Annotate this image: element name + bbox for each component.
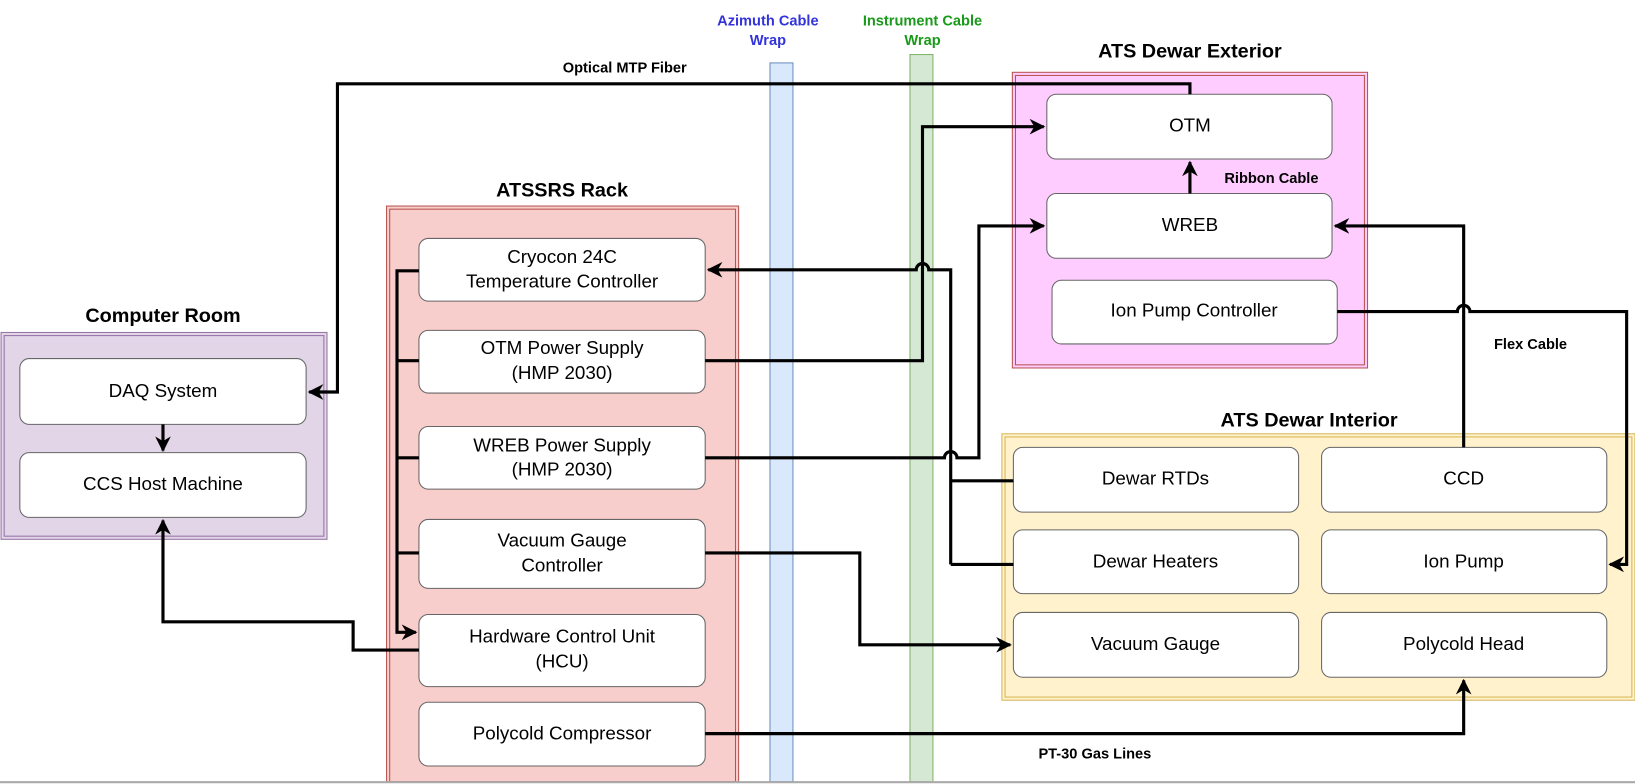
wire-hcu-ccs bbox=[155, 518, 419, 652]
heaters-label: Dewar Heaters bbox=[1093, 550, 1218, 571]
dewar-interior-title: ATS Dewar Interior bbox=[1221, 409, 1398, 431]
ribbon-label: Ribbon Cable bbox=[1224, 171, 1318, 187]
gas-lines-label: PT-30 Gas Lines bbox=[1038, 747, 1151, 763]
vac-ctrl-label-2: Controller bbox=[521, 554, 602, 575]
node-dewar-heaters[interactable]: Dewar Heaters bbox=[1012, 529, 1300, 595]
azimuth-label-2: Wrap bbox=[750, 33, 786, 49]
node-vacuum-gauge-controller[interactable]: Vacuum Gauge Controller bbox=[418, 518, 706, 589]
node-wreb-power-supply[interactable]: WREB Power Supply (HMP 2030) bbox=[418, 425, 706, 490]
vac-gauge-label: Vacuum Gauge bbox=[1091, 633, 1220, 654]
rtds-label: Dewar RTDs bbox=[1102, 468, 1209, 489]
node-dewar-rtds[interactable]: Dewar RTDs bbox=[1012, 446, 1300, 513]
wreb-ps-label-1: WREB Power Supply bbox=[473, 434, 651, 455]
node-ccd[interactable]: CCD bbox=[1321, 446, 1608, 513]
wire-otm-power bbox=[705, 118, 1046, 363]
computer-room-group: Computer Room DAQ System CCS Host Machin… bbox=[0, 305, 328, 540]
node-otm[interactable]: OTM bbox=[1046, 93, 1333, 160]
cryocon-label-1: Cryocon 24C bbox=[507, 246, 617, 267]
otm-label: OTM bbox=[1169, 115, 1211, 136]
node-cryocon[interactable]: Cryocon 24C Temperature Controller bbox=[418, 237, 706, 302]
ccs-label: CCS Host Machine bbox=[83, 473, 243, 494]
hcu-label-2: (HCU) bbox=[535, 651, 588, 672]
rack-title: ATSSRS Rack bbox=[496, 180, 629, 202]
dewar-exterior-title: ATS Dewar Exterior bbox=[1098, 41, 1282, 63]
node-otm-power-supply[interactable]: OTM Power Supply (HMP 2030) bbox=[418, 329, 706, 394]
node-ion-pump-controller[interactable]: Ion Pump Controller bbox=[1051, 279, 1338, 345]
node-polycold-compressor[interactable]: Polycold Compressor bbox=[418, 701, 706, 767]
wire-vacuum-gauge bbox=[705, 551, 1012, 653]
atssrs-rack-group: ATSSRS Rack Cryocon 24C Temperature Contr… bbox=[386, 180, 740, 783]
otm-ps-label-2: (HMP 2030) bbox=[512, 362, 613, 383]
dewar-interior-group: ATS Dewar Interior Dewar RTDs CCD Dewar … bbox=[1001, 409, 1635, 701]
node-hcu[interactable]: Hardware Control Unit (HCU) bbox=[418, 614, 706, 688]
azimuth-label-1: Azimuth Cable bbox=[717, 13, 818, 29]
wreb-label: WREB bbox=[1162, 214, 1218, 235]
hcu-label-1: Hardware Control Unit bbox=[469, 625, 656, 646]
ion-ctrl-label: Ion Pump Controller bbox=[1111, 300, 1278, 321]
instrument-label-2: Wrap bbox=[904, 33, 940, 49]
system-diagram: Computer Room DAQ System CCS Host Machin… bbox=[0, 13, 1635, 784]
node-polycold-head[interactable]: Polycold Head bbox=[1321, 611, 1608, 678]
node-daq-system[interactable]: DAQ System bbox=[19, 358, 307, 425]
compressor-label: Polycold Compressor bbox=[473, 723, 652, 744]
wire-wreb-power bbox=[705, 218, 1046, 460]
ccd-label: CCD bbox=[1443, 468, 1484, 489]
instrument-label-1: Instrument Cable bbox=[863, 13, 982, 29]
computer-room-title: Computer Room bbox=[85, 305, 240, 327]
polycold-head-label: Polycold Head bbox=[1403, 633, 1524, 654]
daq-label: DAQ System bbox=[109, 380, 218, 401]
vac-ctrl-label-1: Vacuum Gauge bbox=[497, 529, 626, 550]
node-ccs-host[interactable]: CCS Host Machine bbox=[19, 452, 307, 518]
ion-pump-label: Ion Pump bbox=[1423, 550, 1503, 571]
node-vacuum-gauge[interactable]: Vacuum Gauge bbox=[1012, 611, 1300, 678]
cryocon-label-2: Temperature Controller bbox=[466, 270, 658, 291]
node-ion-pump[interactable]: Ion Pump bbox=[1321, 529, 1608, 595]
flex-label: Flex Cable bbox=[1494, 337, 1567, 353]
otm-ps-label-1: OTM Power Supply bbox=[481, 337, 645, 358]
node-wreb[interactable]: WREB bbox=[1046, 192, 1333, 259]
fiber-label: Optical MTP Fiber bbox=[563, 60, 687, 76]
wreb-ps-label-2: (HMP 2030) bbox=[512, 458, 613, 479]
